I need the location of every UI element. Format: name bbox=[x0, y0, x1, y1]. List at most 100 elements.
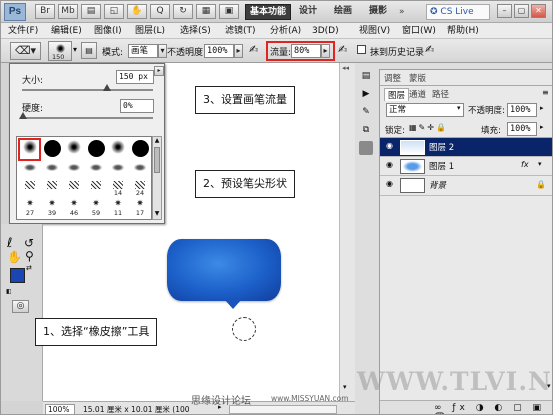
opacity-slider-icon[interactable]: ▸ bbox=[234, 44, 243, 58]
brush-preset-picker-button[interactable]: 150 bbox=[48, 41, 72, 61]
menu-edit[interactable]: 编辑(E) bbox=[51, 24, 82, 38]
layer-footer-icons[interactable]: ∞ ƒx ◑ ◐ ▢ ▣ 🗑 bbox=[434, 403, 552, 414]
opacity-input[interactable]: 100% bbox=[204, 44, 234, 58]
layer-opacity-input[interactable]: 100% bbox=[507, 103, 537, 117]
menu-select[interactable]: 选择(S) bbox=[180, 24, 211, 38]
brush-preset-tex[interactable]: 24 bbox=[129, 179, 151, 198]
actions-panel-icon[interactable]: ▶ bbox=[357, 89, 375, 103]
brush-preset-star[interactable]: ✷ 11 bbox=[107, 199, 129, 218]
size-input[interactable]: 150 px bbox=[116, 70, 154, 84]
brush-preset-oval[interactable] bbox=[19, 159, 41, 178]
fill-dropdown-icon[interactable]: ▸ bbox=[540, 123, 544, 131]
minimize-button[interactable]: – bbox=[497, 4, 512, 18]
workspace-more-icon[interactable]: » bbox=[399, 7, 405, 17]
scroll-up-icon[interactable]: ▲ bbox=[153, 137, 161, 146]
swap-colors-icon[interactable]: ⇄ bbox=[26, 264, 32, 272]
history-panel-icon[interactable]: ▤ bbox=[357, 71, 375, 85]
eraser-tool-preset-icon[interactable]: ⌫▾ bbox=[10, 42, 41, 60]
menu-3d[interactable]: 3D(D) bbox=[312, 24, 339, 38]
brush-preset-tex[interactable] bbox=[85, 179, 107, 198]
mode-dropdown-icon[interactable]: ▾ bbox=[158, 44, 167, 58]
brush-preset-hard[interactable] bbox=[41, 139, 63, 158]
arrange-docs-icon[interactable]: ▦ bbox=[196, 4, 216, 19]
brush-preset-soft[interactable] bbox=[63, 139, 85, 158]
preset-scrollbar[interactable]: ▲ ▼ bbox=[152, 136, 162, 220]
hand-tool-icon[interactable]: ✋ bbox=[127, 4, 147, 19]
foreground-color-swatch[interactable] bbox=[10, 268, 25, 283]
brush-preset-star[interactable]: ✷ 59 bbox=[85, 199, 107, 218]
lasso-tool-icon[interactable]: ℓ bbox=[7, 236, 12, 251]
eye-icon[interactable]: ◉ bbox=[386, 179, 396, 188]
lock-icons[interactable]: ▦✎✛🔒 bbox=[409, 123, 448, 132]
menu-filter[interactable]: 滤镜(T) bbox=[225, 24, 256, 38]
tab-masks[interactable]: 蒙版 bbox=[409, 72, 426, 84]
menu-analysis[interactable]: 分析(A) bbox=[270, 24, 301, 38]
layer-row-background[interactable]: ◉ 背景 🔒 bbox=[380, 176, 552, 196]
brush-preset-oval[interactable] bbox=[41, 159, 63, 178]
brush-preset-star[interactable]: ✷ 27 bbox=[19, 199, 41, 218]
size-slider-thumb[interactable] bbox=[103, 84, 111, 91]
hardness-slider-thumb[interactable] bbox=[19, 112, 27, 119]
size-slider[interactable] bbox=[22, 89, 153, 91]
rotate-view-icon[interactable]: ↻ bbox=[173, 4, 193, 19]
fill-input[interactable]: 100% bbox=[507, 122, 537, 136]
brush-preset-hard[interactable] bbox=[129, 139, 151, 158]
quick-mask-icon[interactable]: ◎ bbox=[12, 300, 29, 313]
hardness-input[interactable]: 0% bbox=[120, 99, 154, 113]
minibridge-icon[interactable]: Mb bbox=[58, 4, 78, 19]
hand-icon[interactable]: ✋ bbox=[7, 250, 22, 264]
tab-paths[interactable]: 路径 bbox=[432, 88, 449, 100]
brush-preset-tex[interactable] bbox=[19, 179, 41, 198]
brush-preset-oval[interactable] bbox=[85, 159, 107, 178]
menu-help[interactable]: 帮助(H) bbox=[447, 24, 479, 38]
zoom-tool-icon[interactable]: Q bbox=[150, 4, 170, 19]
zoom-level-icon[interactable]: ◱ bbox=[104, 4, 124, 19]
cslive-button[interactable]: ✪ CS Live bbox=[426, 4, 490, 20]
blend-mode-select[interactable]: 正常 bbox=[386, 103, 464, 117]
bridge-icon[interactable]: Br bbox=[35, 4, 55, 19]
menu-image[interactable]: 图像(I) bbox=[94, 24, 122, 38]
brush-preset-soft[interactable] bbox=[107, 139, 129, 158]
document-vertical-scrollbar[interactable]: ◂◂ ▾ bbox=[339, 63, 355, 403]
erase-history-checkbox[interactable] bbox=[357, 45, 366, 54]
character-panel-icon[interactable] bbox=[359, 141, 373, 155]
tab-adjustments[interactable]: 调整 bbox=[384, 72, 401, 84]
eye-icon[interactable]: ◉ bbox=[386, 141, 396, 150]
brush-preset-oval[interactable] bbox=[129, 159, 151, 178]
brush-preset-hard[interactable] bbox=[85, 139, 107, 158]
scroll-down-arrow-icon[interactable]: ▾ bbox=[343, 383, 347, 391]
brush-panel-toggle-icon[interactable]: ▤ bbox=[81, 42, 97, 59]
tab-layers[interactable]: 图层 bbox=[384, 88, 410, 101]
scroll-down-icon[interactable]: ▼ bbox=[153, 210, 161, 219]
menu-view[interactable]: 视图(V) bbox=[359, 24, 390, 38]
screen-mode-icon[interactable]: ▣ bbox=[219, 4, 239, 19]
layer-name[interactable]: 图层 2 bbox=[429, 141, 454, 153]
scroll-thumb[interactable] bbox=[154, 147, 160, 173]
restore-button[interactable]: ▢ bbox=[514, 4, 529, 18]
brush-preset-star[interactable]: ✷ 46 bbox=[63, 199, 85, 218]
brush-preset-tex[interactable] bbox=[63, 179, 85, 198]
airbrush-icon[interactable]: ✍ bbox=[338, 43, 347, 56]
expand-effects-icon[interactable]: ▾ bbox=[538, 160, 542, 168]
layer-row-2[interactable]: ◉ 图层 2 bbox=[380, 138, 552, 157]
zoom-field[interactable]: 100% bbox=[45, 404, 75, 414]
layer-name[interactable]: 背景 bbox=[429, 179, 446, 191]
mode-select[interactable]: 画笔 bbox=[128, 44, 158, 58]
tablet-size-icon[interactable]: ✍ bbox=[425, 43, 434, 56]
layer-opacity-dropdown-icon[interactable]: ▸ bbox=[540, 104, 544, 112]
tablet-opacity-icon[interactable]: ✍ bbox=[249, 43, 258, 56]
fx-badge[interactable]: fx bbox=[521, 160, 529, 169]
hardness-slider[interactable] bbox=[22, 117, 153, 119]
brush-preset-tex[interactable]: 14 bbox=[107, 179, 129, 198]
workspace-paint[interactable]: 绘画 bbox=[330, 4, 356, 20]
tab-channels[interactable]: 通道 bbox=[409, 88, 426, 100]
brush-preset-oval[interactable] bbox=[107, 159, 129, 178]
blend-dropdown-icon[interactable]: ▾ bbox=[457, 104, 461, 112]
workspace-essentials[interactable]: 基本功能 bbox=[245, 4, 292, 20]
brush-preset-oval[interactable] bbox=[63, 159, 85, 178]
brush-preset-tex[interactable] bbox=[41, 179, 63, 198]
chevron-down-icon[interactable]: ▾ bbox=[73, 45, 77, 54]
zoom-icon[interactable]: ⚲ bbox=[25, 249, 34, 263]
close-button[interactable]: ✕ bbox=[531, 4, 546, 18]
brush-preset-star[interactable]: ✷ 17 bbox=[129, 199, 151, 218]
